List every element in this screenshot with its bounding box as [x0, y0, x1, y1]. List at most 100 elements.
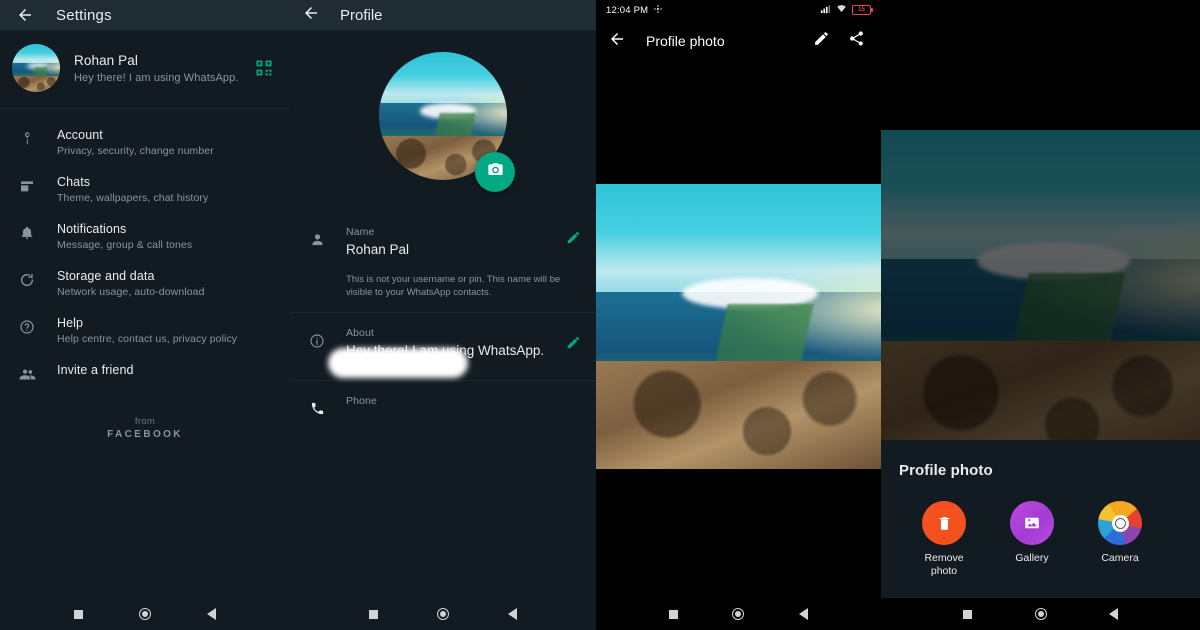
sidebar-item-label: Invite a friend: [57, 363, 134, 377]
bottom-sheet-title: Profile photo: [899, 462, 993, 479]
android-navbar: [290, 598, 596, 630]
option-label: Gallery: [1015, 552, 1049, 564]
phone-icon: [306, 395, 328, 416]
profile-body: Name Rohan Pal This is not your username…: [290, 30, 596, 598]
bottom-sheet-options: Remove photo Gallery Camera: [899, 501, 1182, 578]
gallery-button[interactable]: Gallery: [1001, 501, 1063, 578]
triangle-back-icon[interactable]: [508, 608, 518, 620]
circle-home-icon[interactable]: [1034, 608, 1047, 620]
bottom-sheet: Profile photo Remove photo Gallery Camer…: [881, 440, 1200, 598]
status-bar: 12:04 PM 15: [596, 0, 881, 20]
pencil-icon[interactable]: [813, 30, 830, 52]
triangle-back-icon[interactable]: [1108, 608, 1118, 620]
triangle-back-icon[interactable]: [799, 608, 809, 620]
qr-code-icon[interactable]: [254, 58, 274, 78]
sidebar-item-subtitle: Privacy, security, change number: [57, 145, 214, 157]
people-icon: [16, 363, 38, 383]
circle-home-icon[interactable]: [732, 608, 745, 620]
sidebar-item-help[interactable]: Help Help centre, contact us, privacy po…: [0, 307, 290, 354]
screenshot-collage: Settings Rohan Pal Hey there! I am using…: [0, 0, 1200, 630]
arrow-back-icon[interactable]: [12, 2, 38, 28]
option-label: Remove photo: [924, 552, 964, 578]
panel-profile: Profile Name Rohan Pal This is not your …: [290, 0, 596, 630]
android-navbar: [0, 598, 290, 630]
sidebar-item-account[interactable]: Account Privacy, security, change number: [0, 119, 290, 166]
circle-home-icon[interactable]: [138, 608, 151, 620]
settings-appbar: Settings: [0, 0, 290, 30]
sidebar-item-label: Chats: [57, 175, 91, 189]
camera-icon: [486, 160, 505, 184]
sidebar-item-subtitle: Help centre, contact us, privacy policy: [57, 333, 238, 345]
signal-bars-icon: [820, 1, 831, 19]
profile-status: Hey there! I am using WhatsApp.: [74, 71, 239, 84]
profile-photo-full[interactable]: [596, 184, 881, 469]
settings-list: Account Privacy, security, change number…: [0, 109, 290, 392]
footer-from-label: from: [134, 416, 156, 427]
sidebar-item-subtitle: Network usage, auto-download: [57, 286, 205, 298]
profile-avatar-area: [290, 30, 596, 192]
field-label: About: [346, 326, 374, 339]
triangle-back-icon[interactable]: [206, 608, 216, 620]
page-title: Settings: [56, 6, 112, 24]
footer-brand: FACEBOOK: [107, 429, 183, 440]
sidebar-item-label: Notifications: [57, 222, 127, 236]
bell-icon: [16, 222, 38, 241]
gallery-icon: [1010, 501, 1054, 545]
status-time: 12:04 PM: [606, 4, 649, 16]
sidebar-item-subtitle: Theme, wallpapers, chat history: [57, 192, 209, 204]
footer-attribution: from FACEBOOK: [0, 416, 290, 440]
field-value: Rohan Pal: [346, 242, 410, 257]
battery-level: 15: [858, 7, 865, 13]
field-label: Phone: [346, 394, 377, 407]
arrow-back-icon[interactable]: [608, 30, 626, 53]
android-navbar: [596, 598, 881, 630]
page-title: Profile photo: [646, 33, 725, 49]
pencil-icon[interactable]: [566, 230, 582, 246]
square-recents-icon[interactable]: [668, 609, 678, 619]
help-circle-icon: [16, 316, 38, 335]
sidebar-item-invite[interactable]: Invite a friend: [0, 354, 290, 392]
field-hint: This is not your username or pin. This n…: [346, 274, 561, 298]
panel-settings: Settings Rohan Pal Hey there! I am using…: [0, 0, 290, 630]
profile-appbar: Profile: [290, 0, 596, 30]
chat-icon: [16, 175, 38, 194]
redaction-blob: [328, 348, 468, 378]
trash-icon: [922, 501, 966, 545]
photo-appbar: Profile photo: [596, 20, 881, 62]
sidebar-item-notifications[interactable]: Notifications Message, group & call tone…: [0, 213, 290, 260]
option-label: Camera: [1101, 552, 1139, 564]
settings-profile-row[interactable]: Rohan Pal Hey there! I am using WhatsApp…: [0, 30, 290, 109]
settings-body: Rohan Pal Hey there! I am using WhatsApp…: [0, 30, 290, 598]
panel-photo-viewer: 12:04 PM 15 Profile photo: [596, 0, 881, 630]
avatar[interactable]: [12, 44, 60, 92]
sidebar-item-label: Help: [57, 316, 84, 330]
page-title: Profile: [340, 6, 383, 24]
sidebar-item-subtitle: Message, group & call tones: [57, 239, 193, 251]
square-recents-icon[interactable]: [74, 609, 84, 619]
change-photo-button[interactable]: [475, 152, 515, 192]
key-icon: [16, 128, 38, 146]
circle-home-icon[interactable]: [436, 608, 449, 620]
battery-icon: 15: [852, 5, 874, 15]
sidebar-item-label: Account: [57, 128, 103, 142]
storage-icon: [16, 269, 38, 288]
pencil-icon[interactable]: [566, 335, 582, 351]
sidebar-item-label: Storage and data: [57, 269, 155, 283]
field-phone[interactable]: Phone: [290, 381, 596, 424]
dim-scrim[interactable]: [881, 130, 1200, 470]
profile-photo-dimmed: [881, 130, 1200, 470]
sidebar-item-chats[interactable]: Chats Theme, wallpapers, chat history: [0, 166, 290, 213]
field-label: Name: [346, 226, 375, 238]
android-navbar: [881, 598, 1200, 630]
arrow-back-icon[interactable]: [302, 4, 320, 27]
camera-button[interactable]: Camera: [1089, 501, 1151, 578]
wifi-icon: [836, 1, 847, 19]
square-recents-icon[interactable]: [963, 609, 973, 619]
remove-photo-button[interactable]: Remove photo: [913, 501, 975, 578]
share-icon[interactable]: [848, 30, 865, 52]
field-name[interactable]: Name Rohan Pal: [290, 214, 596, 265]
sidebar-item-storage[interactable]: Storage and data Network usage, auto-dow…: [0, 260, 290, 307]
panel-photo-options: Profile photo Remove photo Gallery Camer…: [881, 0, 1200, 630]
profile-fields: Name Rohan Pal This is not your username…: [290, 214, 596, 424]
square-recents-icon[interactable]: [368, 609, 378, 619]
